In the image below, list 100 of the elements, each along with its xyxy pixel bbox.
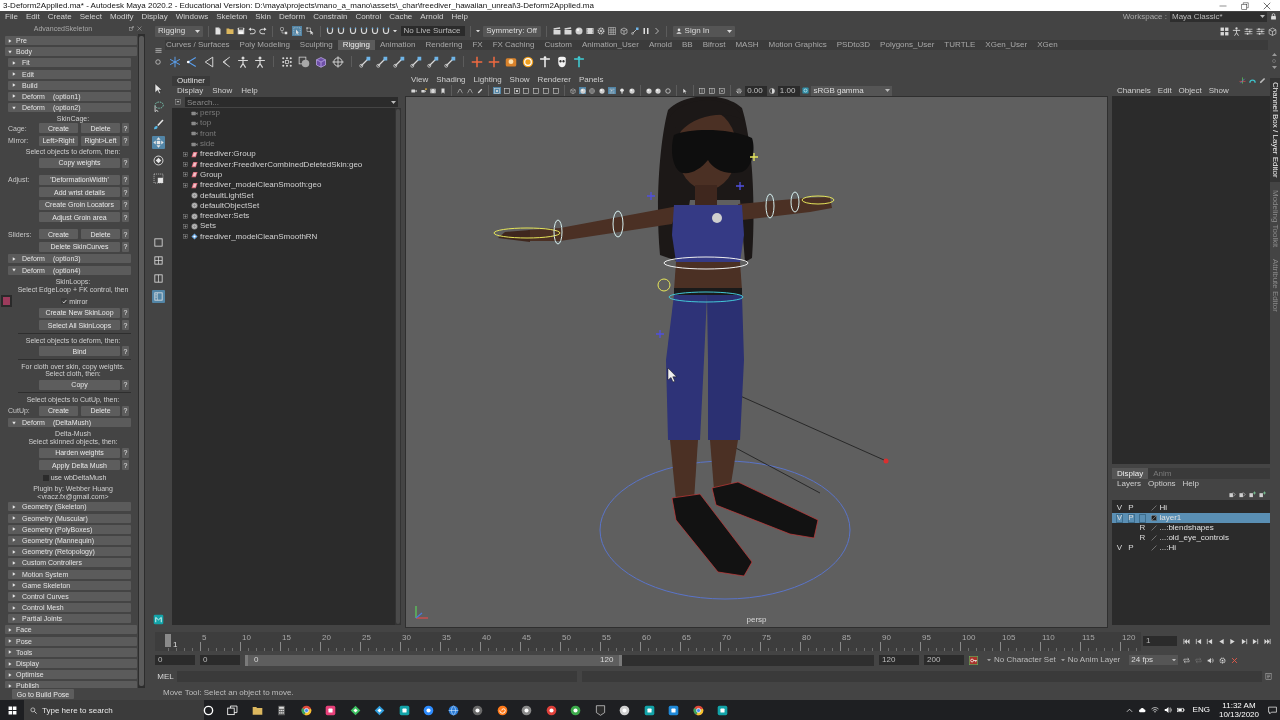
crosshair-icon[interactable] [332,55,344,68]
caret-icon[interactable] [475,29,480,33]
diamond-icon[interactable] [349,704,361,716]
skip-start-icon[interactable] [1183,637,1190,645]
toolbar-button[interactable] [493,86,501,95]
ground-control-circle[interactable] [599,460,851,600]
anim-layer-dropdown[interactable]: No Anim Layer [1060,656,1121,664]
shelf-tab[interactable]: Custom [539,40,577,50]
shelf-tab[interactable]: Sculpting [294,40,338,50]
angle-icon[interactable] [186,55,198,68]
battery-icon[interactable] [1176,706,1185,714]
checkbox[interactable] [42,474,49,481]
shelf-tab[interactable]: Animation_User [577,40,644,50]
stick-figure-icon[interactable] [237,55,249,68]
plus-box-icon[interactable] [183,213,188,219]
tool-button[interactable] [151,82,165,95]
toolbar-button[interactable] [532,86,540,95]
skip-end-icon[interactable] [1263,637,1271,645]
slash-box-icon[interactable] [1150,515,1157,521]
menu-item[interactable]: Show [212,87,233,95]
menu-item[interactable]: Skin [255,12,271,21]
side-tab[interactable]: Channel Box / Layer Editor [1270,78,1280,182]
menu-item[interactable]: Constrain [313,12,348,21]
redo-icon[interactable] [259,27,268,35]
menu-item[interactable]: Modify [109,12,134,21]
current-frame-field[interactable]: 1 [1143,636,1177,646]
menu-item[interactable]: Channels [1117,87,1151,95]
layout-button[interactable] [151,254,165,267]
toolbar-button[interactable] [698,86,707,95]
toolbar-button[interactable] [419,86,428,95]
cube-icon[interactable] [1268,26,1277,36]
caret-up-icon[interactable] [1271,52,1277,56]
plus-box-icon[interactable] [183,182,188,188]
shelf-tab[interactable]: MASH [730,40,764,50]
toolbar-button[interactable] [708,86,716,95]
rod-icon[interactable] [376,55,388,68]
menu-item[interactable]: Deform [278,12,306,21]
time-slider[interactable]: 5 10 15 20 25 30 35 40 45 50 55 60 65 70 75 80 85 90 95 100 105 110 115 120 1 [155,631,1141,651]
chevrons-icon[interactable] [220,55,232,68]
menu-item[interactable]: Help [241,87,258,95]
rod-icon[interactable] [427,55,439,68]
gamma-field[interactable]: 1.00 [777,85,800,96]
menu-item[interactable]: Panels [578,76,604,84]
toolbar-button[interactable] [429,86,438,95]
menu-item[interactable]: Object [1178,87,1202,95]
toolbar-button[interactable] [681,86,690,95]
menu-item[interactable]: Show [509,76,530,84]
tool-button[interactable] [151,154,165,167]
toolbar-button[interactable] [608,86,616,95]
folder-icon[interactable] [251,704,263,716]
tiles-icon[interactable] [1220,26,1229,36]
menu-item[interactable]: Show [1208,87,1229,95]
folder-icon[interactable] [225,27,234,35]
speech-bubble-icon[interactable] [1268,705,1277,715]
menu-item[interactable]: Options [1148,480,1176,488]
symmetry-dropdown[interactable]: Symmetry: Off [483,25,542,37]
visibility-toggle[interactable]: V [1116,543,1123,553]
menu-item[interactable]: File [5,12,18,21]
step-forward-icon[interactable] [1252,637,1259,645]
scrollbar[interactable] [395,108,401,625]
scrollbar[interactable] [138,34,145,688]
frame-field[interactable]: 0 [155,655,195,665]
cross-icon[interactable] [471,55,483,68]
clock-date[interactable]: 10/13/2020 [1218,710,1259,719]
cross-icon[interactable] [488,55,500,68]
sliders-icon[interactable] [1244,26,1253,36]
shelf-tab[interactable]: BB [677,40,698,50]
outliner-item[interactable]: freediver_modelCleanSmooth:geo [172,180,322,191]
toolbar-button[interactable] [654,86,663,95]
plus-box-icon[interactable] [183,234,188,240]
toolbar-button[interactable] [598,86,606,95]
menu-item[interactable]: Select [79,12,102,21]
slash-icon[interactable] [1150,505,1157,511]
menu-item[interactable]: Shading [436,76,466,84]
tool-button[interactable] [151,118,165,131]
layer-row[interactable]: R ...:blendshapes [1112,523,1270,533]
select-mode-button[interactable] [304,26,315,36]
globe-icon[interactable] [447,704,459,716]
disc-icon[interactable] [545,704,557,716]
language-indicator[interactable]: ENG [1192,706,1210,714]
tile-icon[interactable] [717,704,729,716]
sliders-icon[interactable] [1256,26,1265,36]
speaker-icon[interactable] [1163,706,1172,714]
character-set-dropdown[interactable]: No Character Set [987,656,1056,664]
cloud-icon[interactable] [1137,706,1146,714]
dot-grid-icon[interactable] [281,55,293,68]
swatch-icon[interactable] [1,295,12,308]
caret-icon[interactable] [391,100,396,104]
menu-item[interactable]: Skeleton [216,12,248,21]
outliner-item[interactable]: freediver:Group [172,149,256,160]
menu-item[interactable]: Arnold [420,12,444,21]
plus-box-icon[interactable] [183,162,188,168]
clapper-icon[interactable] [563,27,572,35]
undo-icon[interactable] [247,27,256,35]
shelf-tab[interactable]: Motion Graphics [763,40,832,50]
t-figure-icon[interactable] [573,55,585,68]
document-lines-icon[interactable] [1265,673,1272,680]
disc-icon[interactable] [570,704,582,716]
toolbar-button[interactable] [439,86,447,95]
filter-icon[interactable] [175,99,181,105]
